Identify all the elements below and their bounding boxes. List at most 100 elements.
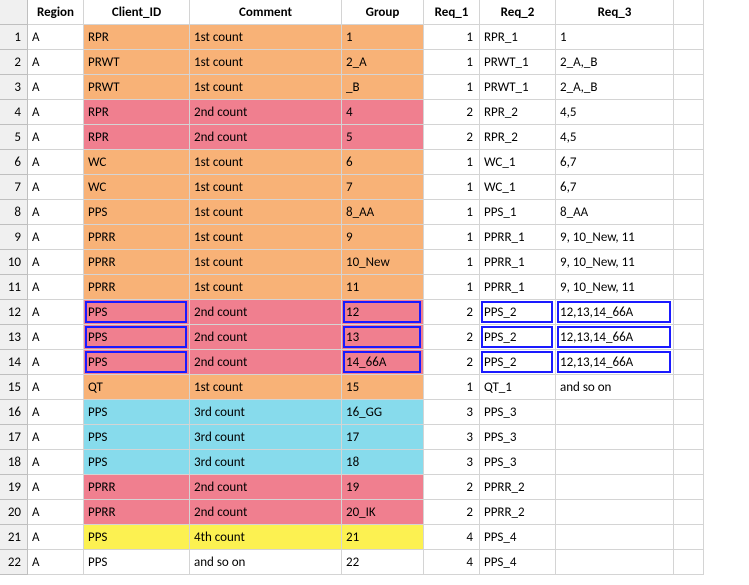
cell-r1[interactable]: 2: [424, 500, 480, 525]
cell-comment[interactable]: 3rd count: [190, 400, 342, 425]
row-header[interactable]: 9: [0, 225, 28, 250]
row-header[interactable]: 14: [0, 350, 28, 375]
blank-cell[interactable]: [674, 475, 704, 500]
row-header[interactable]: 8: [0, 200, 28, 225]
cell-region[interactable]: A: [28, 375, 84, 400]
cell-r2[interactable]: PPS_3: [480, 450, 556, 475]
cell-r1[interactable]: 2: [424, 300, 480, 325]
blank-cell[interactable]: [674, 500, 704, 525]
cell-client[interactable]: PPS: [84, 550, 190, 575]
column-header[interactable]: Comment: [190, 0, 342, 25]
blank-cell[interactable]: [674, 525, 704, 550]
cell-region[interactable]: A: [28, 25, 84, 50]
cell-r1[interactable]: 2: [424, 350, 480, 375]
cell-comment[interactable]: 3rd count: [190, 450, 342, 475]
cell-r2[interactable]: PPS_4: [480, 550, 556, 575]
cell-r3[interactable]: 12,13,14_66A: [556, 325, 674, 350]
cell-r3[interactable]: [556, 500, 674, 525]
cell-group[interactable]: 19: [342, 475, 424, 500]
cell-r3[interactable]: 2_A,_B: [556, 50, 674, 75]
blank-cell[interactable]: [674, 400, 704, 425]
cell-client[interactable]: PPS: [84, 525, 190, 550]
cell-r3[interactable]: [556, 450, 674, 475]
cell-client[interactable]: PPS: [84, 400, 190, 425]
column-header[interactable]: Req_2: [480, 0, 556, 25]
column-header[interactable]: Group: [342, 0, 424, 25]
row-header[interactable]: 5: [0, 125, 28, 150]
blank-cell[interactable]: [674, 275, 704, 300]
cell-r2[interactable]: WC_1: [480, 175, 556, 200]
cell-r1[interactable]: 1: [424, 150, 480, 175]
cell-r2[interactable]: PPRR_1: [480, 275, 556, 300]
row-header[interactable]: 11: [0, 275, 28, 300]
cell-r1[interactable]: 3: [424, 450, 480, 475]
cell-r3[interactable]: 1: [556, 25, 674, 50]
row-header[interactable]: 1: [0, 25, 28, 50]
cell-r2[interactable]: RPR_2: [480, 125, 556, 150]
cell-r2[interactable]: PRWT_1: [480, 75, 556, 100]
cell-r2[interactable]: PPRR_1: [480, 250, 556, 275]
cell-region[interactable]: A: [28, 500, 84, 525]
blank-cell[interactable]: [674, 75, 704, 100]
cell-r2[interactable]: RPR_2: [480, 100, 556, 125]
cell-comment[interactable]: 2nd count: [190, 500, 342, 525]
blank-cell[interactable]: [674, 425, 704, 450]
column-header[interactable]: Req_1: [424, 0, 480, 25]
cell-region[interactable]: A: [28, 250, 84, 275]
cell-r3[interactable]: 6,7: [556, 150, 674, 175]
row-header[interactable]: 6: [0, 150, 28, 175]
cell-group[interactable]: 16_GG: [342, 400, 424, 425]
cell-r1[interactable]: 2: [424, 475, 480, 500]
cell-region[interactable]: A: [28, 450, 84, 475]
cell-client[interactable]: RPR: [84, 100, 190, 125]
cell-group[interactable]: 4: [342, 100, 424, 125]
cell-comment[interactable]: 1st count: [190, 250, 342, 275]
cell-comment[interactable]: 1st count: [190, 375, 342, 400]
cell-client[interactable]: PPRR: [84, 250, 190, 275]
row-header[interactable]: 7: [0, 175, 28, 200]
cell-client[interactable]: QT: [84, 375, 190, 400]
cell-r2[interactable]: PPS_4: [480, 525, 556, 550]
cell-region[interactable]: A: [28, 350, 84, 375]
cell-client[interactable]: PPS: [84, 325, 190, 350]
cell-comment[interactable]: 1st count: [190, 175, 342, 200]
column-header[interactable]: Region: [28, 0, 84, 25]
blank-cell[interactable]: [674, 250, 704, 275]
cell-comment[interactable]: 1st count: [190, 275, 342, 300]
row-header[interactable]: 12: [0, 300, 28, 325]
cell-r1[interactable]: 4: [424, 525, 480, 550]
cell-group[interactable]: 1: [342, 25, 424, 50]
cell-r3[interactable]: 12,13,14_66A: [556, 300, 674, 325]
cell-r1[interactable]: 1: [424, 250, 480, 275]
cell-r1[interactable]: 1: [424, 50, 480, 75]
row-header[interactable]: 22: [0, 550, 28, 575]
cell-r3[interactable]: 2_A,_B: [556, 75, 674, 100]
cell-comment[interactable]: 1st count: [190, 25, 342, 50]
blank-cell[interactable]: [674, 150, 704, 175]
cell-client[interactable]: PPS: [84, 300, 190, 325]
cell-group[interactable]: 22: [342, 550, 424, 575]
cell-client[interactable]: RPR: [84, 25, 190, 50]
cell-r1[interactable]: 1: [424, 200, 480, 225]
blank-cell[interactable]: [674, 100, 704, 125]
cell-r2[interactable]: PPRR_2: [480, 500, 556, 525]
cell-group[interactable]: 5: [342, 125, 424, 150]
cell-r2[interactable]: PPS_2: [480, 350, 556, 375]
cell-region[interactable]: A: [28, 325, 84, 350]
cell-comment[interactable]: and so on: [190, 550, 342, 575]
cell-r1[interactable]: 2: [424, 100, 480, 125]
cell-region[interactable]: A: [28, 100, 84, 125]
cell-r1[interactable]: 3: [424, 400, 480, 425]
cell-group[interactable]: 17: [342, 425, 424, 450]
cell-client[interactable]: PPRR: [84, 275, 190, 300]
cell-r1[interactable]: 1: [424, 25, 480, 50]
cell-r3[interactable]: 8_AA: [556, 200, 674, 225]
cell-r1[interactable]: 1: [424, 275, 480, 300]
cell-r2[interactable]: RPR_1: [480, 25, 556, 50]
blank-cell[interactable]: [674, 550, 704, 575]
column-header[interactable]: Client_ID: [84, 0, 190, 25]
cell-region[interactable]: A: [28, 475, 84, 500]
cell-r2[interactable]: PPS_2: [480, 300, 556, 325]
row-header[interactable]: 13: [0, 325, 28, 350]
cell-comment[interactable]: 3rd count: [190, 425, 342, 450]
